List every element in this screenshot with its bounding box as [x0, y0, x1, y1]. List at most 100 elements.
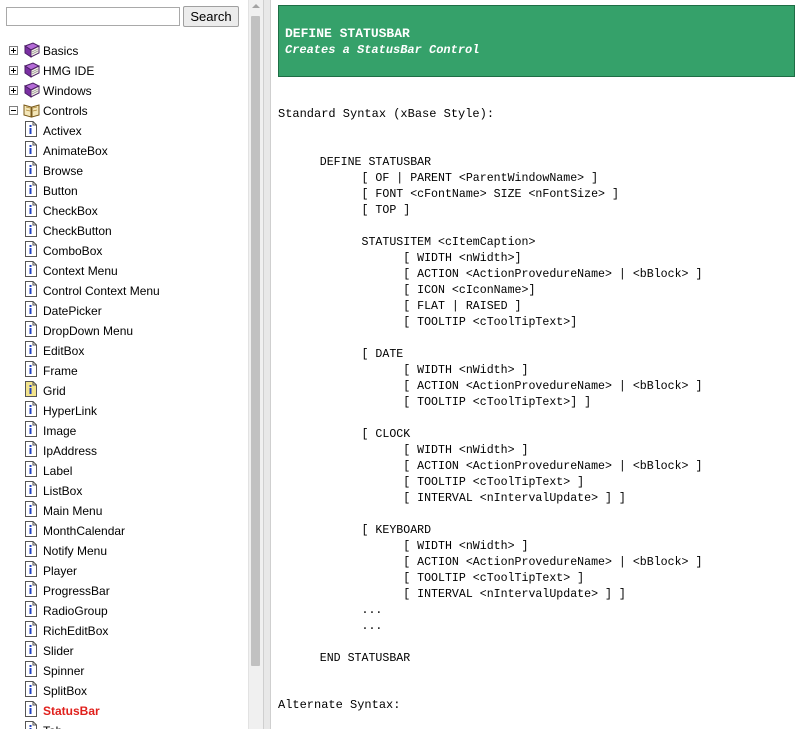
info-page-icon — [25, 601, 37, 617]
tree-item-control-context-menu[interactable]: Control Context Menu — [0, 281, 248, 301]
tree-item-activex[interactable]: Activex — [0, 121, 248, 141]
info-page-icon — [25, 621, 37, 637]
navigation-pane: Search Basics HMG IDE Windows Controls Activ… — [0, 0, 248, 729]
search-button[interactable]: Search — [183, 6, 239, 27]
tree-item-label: Main Menu — [43, 504, 103, 518]
tree-item-label: RichEditBox — [43, 624, 109, 638]
tree-item-label: RadioGroup — [43, 604, 108, 618]
info-page-icon — [25, 681, 37, 697]
info-page-icon — [25, 161, 37, 177]
tree-item-label: Tab — [43, 724, 62, 729]
info-page-icon — [25, 241, 37, 257]
tree-item-radiogroup[interactable]: RadioGroup — [0, 601, 248, 621]
folder-page-icon — [25, 381, 37, 397]
info-page-icon — [25, 441, 37, 457]
tree-scrollbar[interactable] — [248, 0, 263, 729]
info-page-icon — [25, 421, 37, 437]
info-page-icon — [25, 501, 37, 517]
tree-item-button[interactable]: Button — [0, 181, 248, 201]
expand-icon[interactable] — [9, 66, 18, 75]
tree-item-label: AnimateBox — [43, 144, 108, 158]
tree-item-controls[interactable]: Controls — [0, 101, 248, 121]
closed-book-icon — [23, 62, 41, 78]
tree-item-label: Player — [43, 564, 78, 578]
tree-item-combobox[interactable]: ComboBox — [0, 241, 248, 261]
tree-item-label: IpAddress — [43, 444, 98, 458]
closed-book-icon — [23, 42, 41, 58]
closed-book-icon — [23, 82, 41, 98]
tree-item-label: Windows — [43, 84, 92, 98]
info-page-icon — [25, 401, 37, 417]
tree-item-label: Browse — [43, 164, 84, 178]
tree-item-checkbutton[interactable]: CheckButton — [0, 221, 248, 241]
tree-item-grid[interactable]: Grid — [0, 381, 248, 401]
search-input[interactable] — [6, 7, 180, 26]
tree-item-spinner[interactable]: Spinner — [0, 661, 248, 681]
tree-item-label: Frame — [43, 364, 78, 378]
info-page-icon — [25, 321, 37, 337]
tree-item-label: DatePicker — [43, 304, 102, 318]
tree-item-image[interactable]: Image — [0, 421, 248, 441]
tree-item-basics[interactable]: Basics — [0, 41, 248, 61]
tree-item-monthcalendar[interactable]: MonthCalendar — [0, 521, 248, 541]
info-page-icon — [25, 661, 37, 677]
alternate-syntax-heading: Alternate Syntax: — [278, 698, 401, 712]
tree-item-label: Label — [43, 464, 73, 478]
tree-item-label: Notify Menu — [43, 544, 108, 558]
expand-icon[interactable] — [9, 46, 18, 55]
tree-item-datepicker[interactable]: DatePicker — [0, 301, 248, 321]
tree-item-editbox[interactable]: EditBox — [0, 341, 248, 361]
topic-subtitle: Creates a StatusBar Control — [285, 43, 480, 57]
tree-item-dropdown-menu[interactable]: DropDown Menu — [0, 321, 248, 341]
tree-item-label: Context Menu — [43, 264, 118, 278]
topic-content: DEFINE STATUSBAR Creates a StatusBar Con… — [270, 0, 797, 729]
tree-item-notify-menu[interactable]: Notify Menu — [0, 541, 248, 561]
tree-item-progressbar[interactable]: ProgressBar — [0, 581, 248, 601]
tree-item-label: ProgressBar — [43, 584, 110, 598]
tree-item-hmg-ide[interactable]: HMG IDE — [0, 61, 248, 81]
scroll-thumb[interactable] — [251, 16, 260, 666]
tree-item-label: DropDown Menu — [43, 324, 134, 338]
tree-item-label[interactable]: Label — [0, 461, 248, 481]
tree-item-label: CheckBox — [43, 204, 98, 218]
tree-item-checkbox[interactable]: CheckBox — [0, 201, 248, 221]
tree-item-label: CheckButton — [43, 224, 112, 238]
topic-title: DEFINE STATUSBAR — [285, 26, 410, 41]
info-page-icon — [25, 481, 37, 497]
tree-item-label: HMG IDE — [43, 64, 95, 78]
tree-item-statusbar[interactable]: StatusBar — [0, 701, 248, 721]
standard-syntax-heading: Standard Syntax (xBase Style): — [278, 107, 495, 121]
collapse-icon[interactable] — [9, 106, 18, 115]
info-page-icon — [25, 261, 37, 277]
tree-item-label: Control Context Menu — [43, 284, 160, 298]
info-page-icon — [25, 201, 37, 217]
tree-item-label: ListBox — [43, 484, 83, 498]
tree-item-splitbox[interactable]: SplitBox — [0, 681, 248, 701]
tree-item-slider[interactable]: Slider — [0, 641, 248, 661]
tree-item-windows[interactable]: Windows — [0, 81, 248, 101]
info-page-icon — [25, 461, 37, 477]
info-page-icon — [25, 521, 37, 537]
tree-item-context-menu[interactable]: Context Menu — [0, 261, 248, 281]
tree-item-label: HyperLink — [43, 404, 98, 418]
tree-item-tab[interactable]: Tab — [0, 721, 248, 729]
tree-item-label: Activex — [43, 124, 82, 138]
tree-item-listbox[interactable]: ListBox — [0, 481, 248, 501]
info-page-icon — [25, 221, 37, 237]
info-page-icon — [25, 581, 37, 597]
tree-item-player[interactable]: Player — [0, 561, 248, 581]
tree-item-ipaddress[interactable]: IpAddress — [0, 441, 248, 461]
info-page-icon — [25, 541, 37, 557]
tree-item-browse[interactable]: Browse — [0, 161, 248, 181]
tree-item-label: Button — [43, 184, 78, 198]
info-page-icon — [25, 141, 37, 157]
tree-item-label: MonthCalendar — [43, 524, 126, 538]
tree-item-richeditbox[interactable]: RichEditBox — [0, 621, 248, 641]
tree-item-main-menu[interactable]: Main Menu — [0, 501, 248, 521]
info-page-icon — [25, 181, 37, 197]
scroll-up-arrow-icon[interactable] — [252, 4, 260, 8]
tree-item-animatebox[interactable]: AnimateBox — [0, 141, 248, 161]
tree-item-frame[interactable]: Frame — [0, 361, 248, 381]
tree-item-hyperlink[interactable]: HyperLink — [0, 401, 248, 421]
expand-icon[interactable] — [9, 86, 18, 95]
